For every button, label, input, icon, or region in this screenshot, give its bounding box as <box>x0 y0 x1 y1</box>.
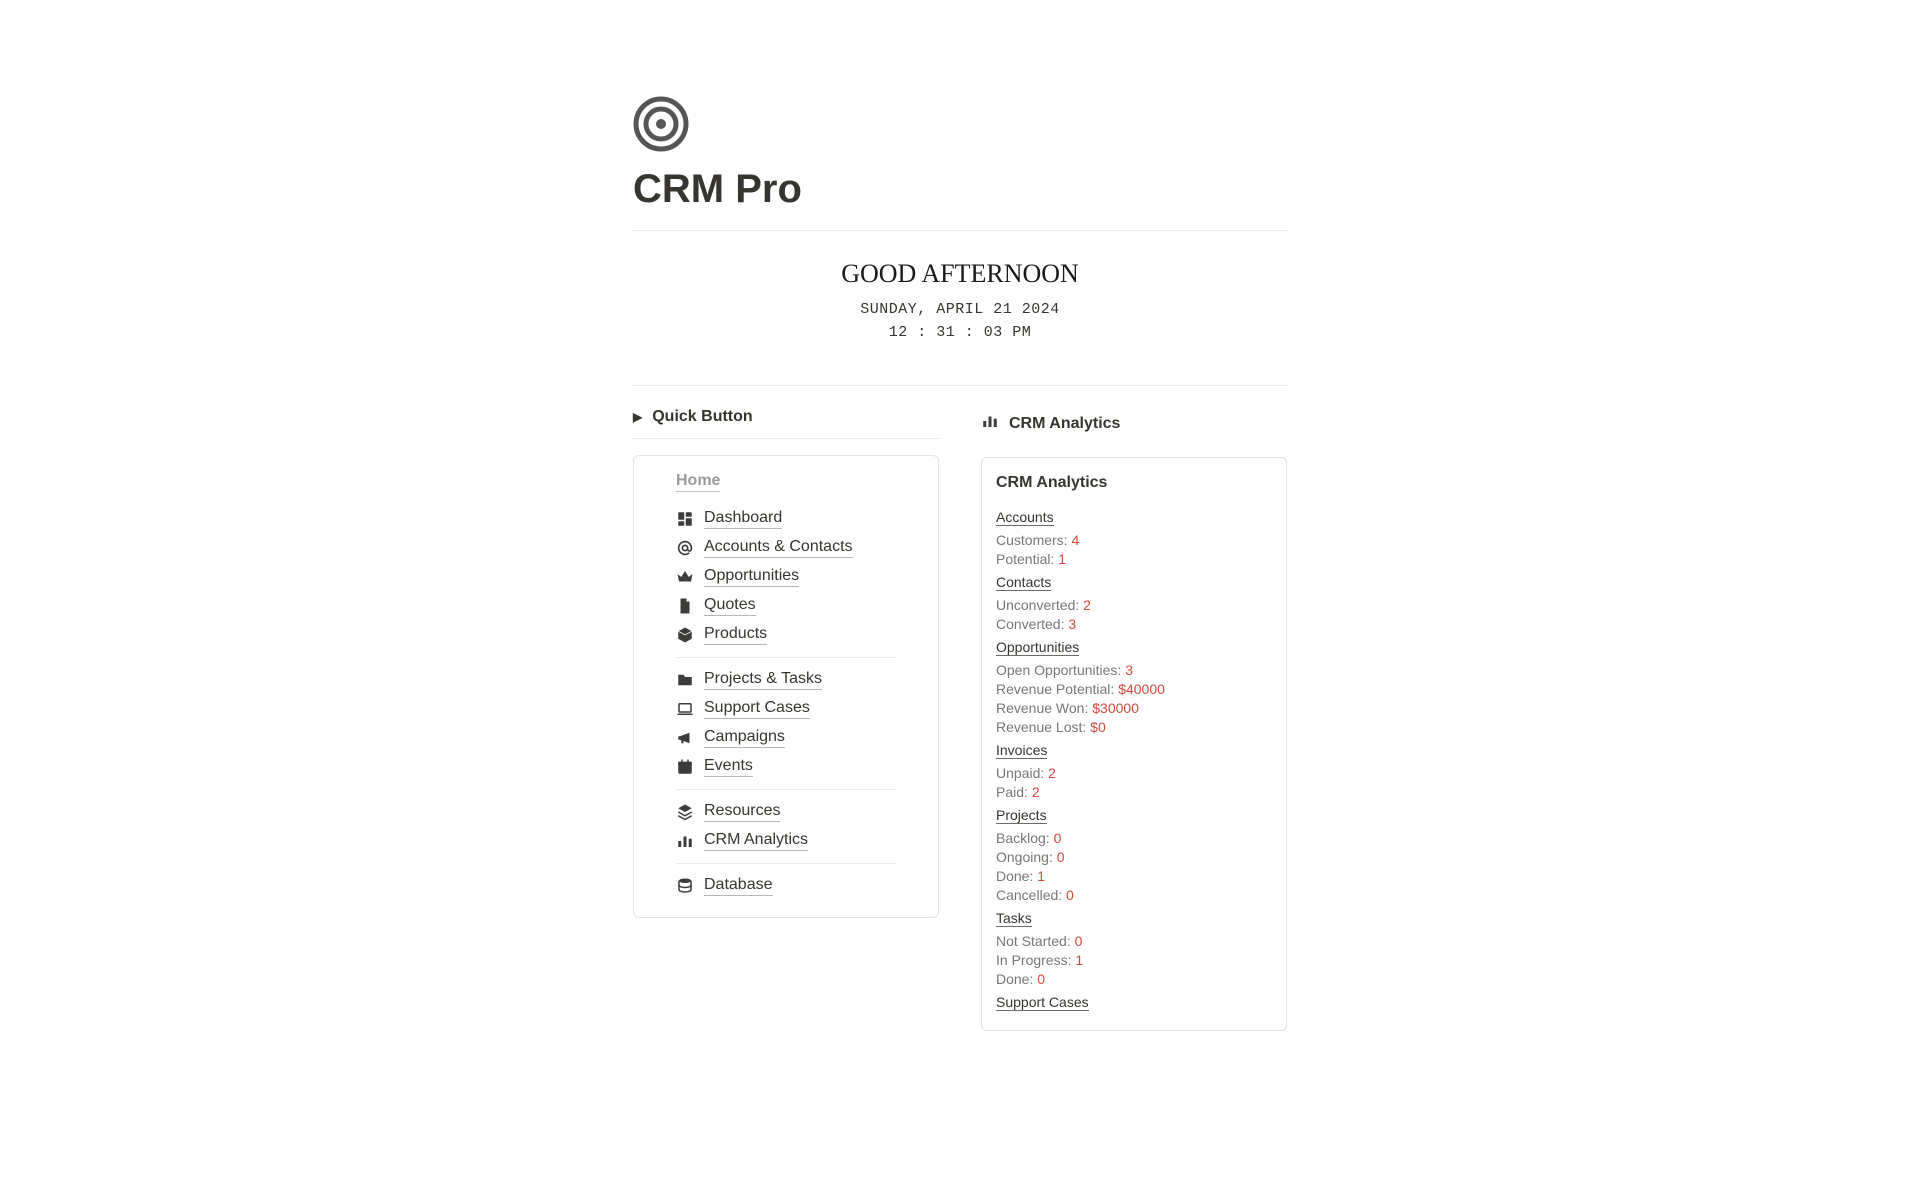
page-title: CRM Pro <box>633 167 1287 212</box>
greeting-text: GOOD AFTERNOON <box>633 259 1287 289</box>
metric: Revenue Lost: $0 <box>996 719 1272 735</box>
metric: Open Opportunities: 3 <box>996 662 1272 678</box>
nav-projects-tasks[interactable]: Projects & Tasks <box>676 670 896 690</box>
nav-resources[interactable]: Resources <box>676 802 896 822</box>
divider <box>633 230 1287 231</box>
date-text: SUNDAY, APRIL 21 2024 <box>633 301 1287 318</box>
nav-accounts-contacts[interactable]: Accounts & Contacts <box>676 538 896 558</box>
divider <box>633 385 1287 386</box>
quick-button-toggle[interactable]: ▶ Quick Button <box>633 408 939 439</box>
folder-icon <box>676 671 694 689</box>
metric: Ongoing: 0 <box>996 849 1272 865</box>
cat-contacts[interactable]: Contacts <box>996 574 1051 591</box>
toggle-triangle-icon: ▶ <box>633 410 642 424</box>
metric: Done: 0 <box>996 971 1272 987</box>
nav-campaigns[interactable]: Campaigns <box>676 728 896 748</box>
layers-icon <box>676 803 694 821</box>
metric: In Progress: 1 <box>996 952 1272 968</box>
analytics-card: CRM Analytics Accounts Customers: 4 Pote… <box>981 457 1287 1031</box>
at-icon <box>676 539 694 557</box>
metric: Not Started: 0 <box>996 933 1272 949</box>
nav-dashboard[interactable]: Dashboard <box>676 509 896 529</box>
nav-label: Opportunities <box>704 567 799 587</box>
nav-label: Products <box>704 625 767 645</box>
nav-label: Campaigns <box>704 728 785 748</box>
box-icon <box>676 626 694 644</box>
nav-label: CRM Analytics <box>704 831 808 851</box>
calendar-icon <box>676 758 694 776</box>
nav-label: Events <box>704 757 753 777</box>
nav-label: Support Cases <box>704 699 810 719</box>
metric: Converted: 3 <box>996 616 1272 632</box>
chart-icon <box>981 412 999 435</box>
nav-database[interactable]: Database <box>676 876 896 896</box>
nav-label: Resources <box>704 802 780 822</box>
metric: Revenue Won: $30000 <box>996 700 1272 716</box>
divider <box>676 789 896 790</box>
file-icon <box>676 597 694 615</box>
divider <box>676 863 896 864</box>
nav-home-label[interactable]: Home <box>676 472 720 492</box>
cat-projects[interactable]: Projects <box>996 807 1047 824</box>
analytics-header: CRM Analytics <box>981 412 1287 435</box>
time-text: 12 : 31 : 03 PM <box>633 324 1287 341</box>
nav-label: Projects & Tasks <box>704 670 822 690</box>
megaphone-icon <box>676 729 694 747</box>
cat-accounts[interactable]: Accounts <box>996 509 1054 526</box>
dashboard-icon <box>676 510 694 528</box>
metric: Done: 1 <box>996 868 1272 884</box>
cat-opportunities[interactable]: Opportunities <box>996 639 1079 656</box>
nav-label: Quotes <box>704 596 756 616</box>
metric: Paid: 2 <box>996 784 1272 800</box>
metric: Backlog: 0 <box>996 830 1272 846</box>
nav-crm-analytics[interactable]: CRM Analytics <box>676 831 896 851</box>
analytics-header-label: CRM Analytics <box>1009 415 1120 433</box>
cat-tasks[interactable]: Tasks <box>996 910 1032 927</box>
metric: Cancelled: 0 <box>996 887 1272 903</box>
chart-icon <box>676 832 694 850</box>
nav-quotes[interactable]: Quotes <box>676 596 896 616</box>
cat-invoices[interactable]: Invoices <box>996 742 1047 759</box>
metric: Potential: 1 <box>996 551 1272 567</box>
database-icon <box>676 877 694 895</box>
metric: Unpaid: 2 <box>996 765 1272 781</box>
metric: Unconverted: 2 <box>996 597 1272 613</box>
metric: Revenue Potential: $40000 <box>996 681 1272 697</box>
quick-button-label: Quick Button <box>652 408 752 426</box>
nav-products[interactable]: Products <box>676 625 896 645</box>
laptop-icon <box>676 700 694 718</box>
nav-label: Accounts & Contacts <box>704 538 853 558</box>
metric: Customers: 4 <box>996 532 1272 548</box>
analytics-card-title: CRM Analytics <box>996 474 1272 492</box>
divider <box>676 657 896 658</box>
crown-icon <box>676 568 694 586</box>
nav-label: Database <box>704 876 773 896</box>
app-logo <box>633 96 1287 157</box>
nav-support-cases[interactable]: Support Cases <box>676 699 896 719</box>
cat-support-cases[interactable]: Support Cases <box>996 994 1089 1011</box>
nav-events[interactable]: Events <box>676 757 896 777</box>
nav-card: Home Dashboard Accounts & Contacts Oppor… <box>633 455 939 918</box>
nav-opportunities[interactable]: Opportunities <box>676 567 896 587</box>
nav-label: Dashboard <box>704 509 782 529</box>
